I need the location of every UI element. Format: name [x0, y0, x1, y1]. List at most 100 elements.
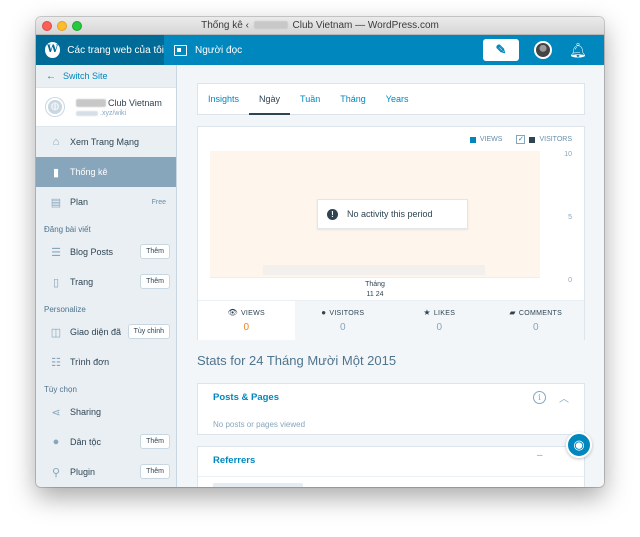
stats-icon: ▮ — [52, 166, 60, 179]
add-plugin-button[interactable]: Thêm — [140, 464, 170, 479]
legend-visitors[interactable]: ✓ VISITORS — [516, 135, 572, 144]
tab-insights[interactable]: Insights — [198, 84, 249, 115]
stat-tab-comments[interactable]: ▰ COMMENTS 0 — [487, 301, 584, 340]
posts-pages-card: Posts & Pages i ︿ No posts or pages view… — [197, 383, 585, 435]
sidebar-item-stats[interactable]: ▮ Thống kê — [36, 157, 176, 187]
site-name: Club Vietnam — [74, 98, 162, 108]
posts-pages-title[interactable]: Posts & Pages — [213, 392, 279, 403]
masterbar: W Các trang web của tôi Người đọc ✎ 🔔︎ — [36, 35, 604, 65]
comment-icon: ▰ — [509, 308, 516, 317]
title-bar: Thống kê ‹ Club Vietnam — WordPress.com — [36, 17, 604, 35]
customize-button[interactable]: Tùy chỉnh — [127, 324, 170, 339]
plugin-icon: ⚲ — [51, 466, 61, 479]
sidebar-item-people[interactable]: ● Dân tộc Thêm — [36, 427, 176, 457]
sidebar-item-label: Trang — [70, 277, 94, 287]
stat-tabs: 👁︎ VIEWS 0 ● VISITORS 0 ★ LIKES 0 ▰ COMMENTS… — [198, 300, 584, 340]
sidebar-item-menus[interactable]: ☷ Trình đơn — [36, 347, 176, 377]
warning-icon: ! — [327, 208, 338, 220]
x-tick-label: Tháng 11 24 — [360, 280, 390, 300]
no-activity-text: No activity this period — [347, 209, 433, 219]
stat-value: 0 — [532, 322, 539, 333]
sidebar-item-view-site[interactable]: ⌂ Xem Trang Mạng — [36, 127, 176, 157]
stat-label: COMMENTS — [518, 310, 563, 317]
referrers-card: Referrers – — [197, 446, 585, 487]
stats-date-title: Stats for 24 Tháng Mười Một 2015 — [197, 353, 397, 368]
reader-label: Người đọc — [195, 44, 243, 56]
arrow-left-icon: ← — [46, 70, 56, 82]
bell-icon[interactable]: 🔔︎ — [569, 42, 587, 58]
stat-value: 0 — [243, 322, 250, 333]
switch-site-label: Switch Site — [63, 71, 108, 81]
add-post-button[interactable]: Thêm — [140, 244, 170, 259]
stat-label: LIKES — [433, 310, 456, 317]
stat-tab-visitors[interactable]: ● VISITORS 0 — [294, 301, 391, 340]
avatar[interactable] — [534, 41, 552, 59]
sidebar-item-label: Plugin — [70, 467, 96, 477]
section-configure: Tùy chọn — [44, 385, 77, 394]
stat-label: VIEWS — [240, 310, 266, 317]
reader-button[interactable]: Người đọc — [174, 35, 242, 65]
sidebar-item-label: Xem Trang Mạng — [70, 137, 140, 147]
chevron-up-icon[interactable]: ︿ — [559, 390, 569, 405]
y-tick-label: 5 — [568, 214, 572, 221]
write-button[interactable]: ✎ — [483, 39, 519, 61]
chart-bar — [263, 265, 485, 275]
sidebar-item-label: Dân tộc — [70, 437, 102, 447]
themes-icon: ◫ — [50, 326, 62, 339]
tab-years[interactable]: Years — [376, 84, 419, 115]
switch-site-link[interactable]: ← Switch Site — [36, 65, 176, 87]
legend-views-label: VIEWS — [479, 136, 503, 143]
current-site-card[interactable]: ◍ Club Vietnam .xyz/wiki — [36, 87, 176, 127]
window-title-prefix: Thống kê ‹ — [201, 20, 249, 31]
my-sites-button[interactable]: W Các trang web của tôi — [36, 35, 164, 65]
sidebar-item-pages[interactable]: ▯ Trang Thêm — [36, 267, 176, 297]
faded-text — [213, 483, 303, 487]
legend-visitors-label: VISITORS — [539, 136, 572, 143]
person-icon: ● — [52, 436, 60, 448]
stat-tab-likes[interactable]: ★ LIKES 0 — [391, 301, 488, 340]
stat-value: 0 — [436, 322, 443, 333]
page-icon: ▯ — [52, 276, 60, 289]
reader-icon — [174, 44, 187, 56]
stat-label: VISITORS — [329, 310, 365, 317]
x-tick-line2: 11 24 — [366, 291, 384, 298]
collapse-icon[interactable]: – — [537, 450, 543, 461]
site-url: .xyz/wiki — [74, 110, 162, 117]
stat-tab-views[interactable]: 👁︎ VIEWS 0 — [198, 301, 295, 340]
sidebar-item-label: Blog Posts — [70, 247, 114, 257]
sidebar-item-themes[interactable]: ◫ Giao diện đã Tùy chỉnh — [36, 317, 176, 347]
tab-day[interactable]: Ngày — [249, 84, 291, 115]
tab-week[interactable]: Tuần — [290, 84, 330, 115]
sidebar-item-label: Trình đơn — [70, 357, 110, 367]
window-title: Thống kê ‹ Club Vietnam — WordPress.com — [36, 20, 604, 31]
my-sites-label: Các trang web của tôi — [67, 44, 164, 56]
referrers-title[interactable]: Referrers — [213, 455, 255, 466]
add-page-button[interactable]: Thêm — [140, 274, 170, 289]
tab-month[interactable]: Tháng — [330, 84, 376, 115]
stat-value: 0 — [339, 322, 346, 333]
section-publish: Đăng bài viết — [44, 225, 91, 234]
sidebar-item-blog-posts[interactable]: ☰ Blog Posts Thêm — [36, 237, 176, 267]
help-globe-icon[interactable]: ◉ — [566, 432, 592, 458]
globe-icon: ◍ — [46, 98, 64, 116]
section-personalize: Personalize — [44, 305, 86, 314]
person-icon: ● — [321, 308, 327, 317]
info-icon[interactable]: i — [533, 391, 546, 404]
sidebar-item-plugins[interactable]: ⚲ Plugin Thêm — [36, 457, 176, 487]
divider — [198, 476, 584, 477]
menus-icon: ☷ — [51, 356, 61, 369]
posts-pages-empty-text: No posts or pages viewed — [213, 420, 306, 429]
posts-icon: ☰ — [51, 246, 61, 259]
share-icon: ⋖ — [51, 406, 61, 419]
views-swatch — [469, 136, 476, 143]
plan-badge: Free — [151, 198, 166, 206]
x-tick-line1: Tháng — [365, 281, 385, 288]
star-icon: ★ — [423, 308, 431, 317]
visitors-checkbox[interactable]: ✓ — [516, 135, 526, 144]
no-activity-notice: ! No activity this period — [317, 199, 468, 229]
eye-icon: 👁︎ — [227, 308, 238, 317]
sidebar-item-plan[interactable]: ▤ Plan Free — [36, 187, 176, 217]
add-people-button[interactable]: Thêm — [140, 434, 170, 449]
sidebar-item-label: Sharing — [70, 407, 102, 417]
sidebar-item-sharing[interactable]: ⋖ Sharing — [36, 397, 176, 427]
